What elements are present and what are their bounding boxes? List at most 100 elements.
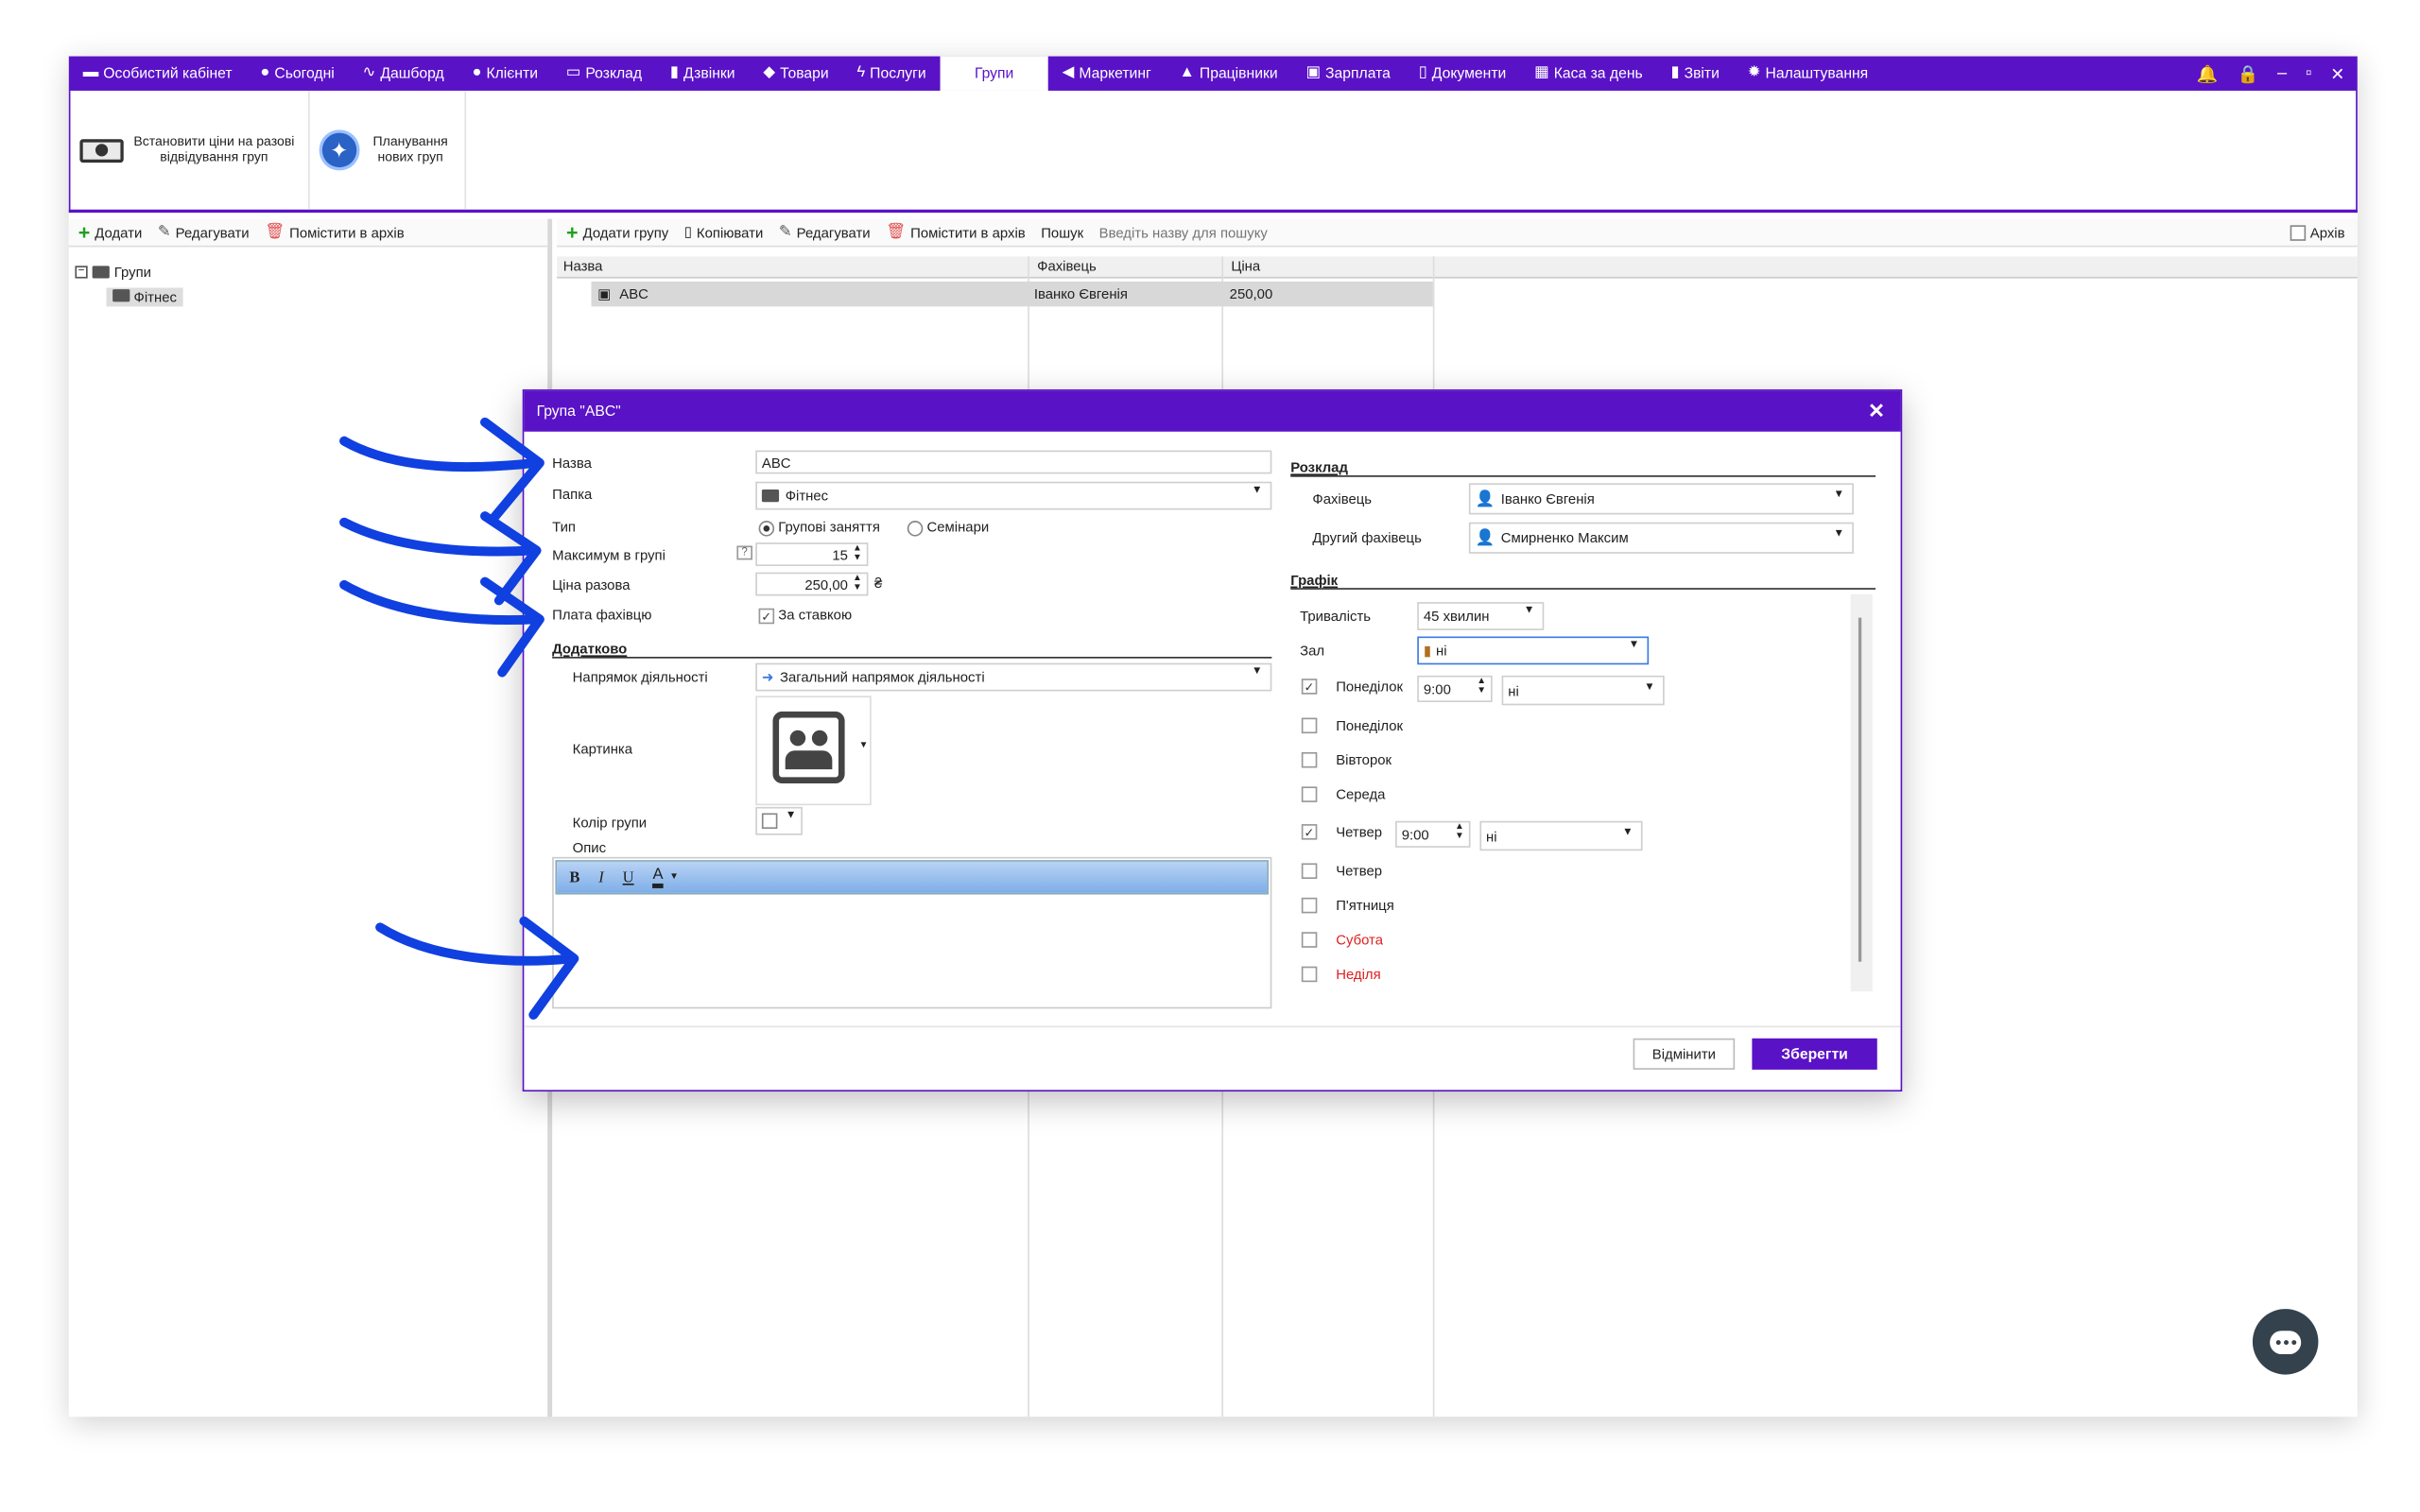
checkbox-unchecked[interactable] bbox=[1301, 863, 1318, 879]
day-hall-select[interactable]: ні ▼ bbox=[1501, 675, 1665, 706]
currency-sign: ₴ bbox=[874, 575, 883, 592]
bell-icon[interactable]: 🔔 bbox=[2197, 63, 2219, 84]
copy-icon: ▯ bbox=[683, 223, 692, 240]
time-stepper[interactable]: 9:00 ▲ ▼ bbox=[1417, 675, 1493, 703]
column-header-specialist[interactable]: Фахівець bbox=[1037, 258, 1097, 274]
nav-item-0[interactable]: ▬ Особистий кабінет bbox=[69, 57, 247, 91]
close-window-icon[interactable]: ✕ bbox=[2330, 63, 2344, 84]
nav-item-9[interactable]: ◀ Маркетинг bbox=[1048, 57, 1166, 91]
checkbox-checked[interactable]: ✓ bbox=[1301, 679, 1318, 695]
time-stepper[interactable]: 9:00 ▲ ▼ bbox=[1395, 820, 1471, 848]
dialog-title-bar: Група "ABC" ✕ bbox=[524, 390, 1901, 432]
checkbox-unchecked[interactable] bbox=[1301, 897, 1318, 914]
table-row[interactable]: ▣ ABC Іванко Євгенія 250,00 bbox=[591, 281, 1433, 307]
direction-select[interactable]: ➜ Загальний напрямок діяльності ▼ bbox=[755, 662, 1272, 692]
color-picker[interactable]: ▼ bbox=[755, 806, 803, 835]
add-button[interactable]: + Додати bbox=[78, 222, 143, 243]
nav-item-11[interactable]: ▣ Зарплата bbox=[1292, 57, 1405, 91]
underline-button[interactable]: U bbox=[623, 868, 634, 885]
archive-check-box[interactable] bbox=[2290, 224, 2306, 241]
italic-button[interactable]: I bbox=[598, 868, 604, 885]
nav-item-5[interactable]: ▮ Дзвінки bbox=[656, 57, 749, 91]
chevron-down-icon[interactable]: ▼ bbox=[669, 872, 679, 882]
spinner-icon[interactable]: ▲ ▼ bbox=[1477, 678, 1486, 696]
chevron-down-icon: ▼ bbox=[1251, 484, 1263, 496]
close-icon[interactable]: ✕ bbox=[1868, 399, 1885, 423]
spinner-icon[interactable]: ▲ ▼ bbox=[853, 544, 862, 563]
add-group-button[interactable]: + Додати групу bbox=[566, 222, 668, 243]
nav-item-2[interactable]: ∿ Дашборд bbox=[349, 57, 458, 91]
folder-select[interactable]: Фітнес ▼ bbox=[755, 481, 1272, 510]
weekday-label: Субота bbox=[1336, 932, 1383, 948]
checkbox-checked[interactable]: ✓ bbox=[1301, 824, 1318, 840]
price-stepper[interactable]: 250,00 ▲ ▼ bbox=[755, 572, 869, 596]
scrollbar[interactable] bbox=[1850, 593, 1873, 992]
spinner-icon[interactable]: ▲ ▼ bbox=[853, 574, 862, 593]
spinner-icon[interactable]: ▲ ▼ bbox=[1455, 822, 1464, 841]
door-icon: ▮ bbox=[1423, 642, 1432, 658]
second-specialist-select[interactable]: 👤 Смирненко Максим ▼ bbox=[1468, 522, 1854, 554]
archive-button[interactable]: 🗑 Помістити в архів bbox=[265, 224, 405, 241]
plus-icon: + bbox=[566, 220, 579, 245]
checkbox-unchecked[interactable] bbox=[1301, 717, 1318, 734]
restore-icon[interactable]: ▫ bbox=[2306, 64, 2311, 83]
nav-item-4[interactable]: ▭ Розклад bbox=[552, 57, 656, 91]
help-icon[interactable]: ? bbox=[736, 545, 752, 560]
chevron-down-icon: ▼ bbox=[1833, 489, 1845, 501]
nav-item-6[interactable]: ◆ Товари bbox=[749, 57, 842, 91]
nav-item-10[interactable]: ▲ Працівники bbox=[1166, 57, 1292, 91]
nav-item-14[interactable]: ▮ Звіти bbox=[1657, 57, 1734, 91]
nav-item-12[interactable]: ▯ Документи bbox=[1405, 57, 1520, 91]
chevron-down-icon: ▼ bbox=[1644, 681, 1655, 694]
chat-button[interactable] bbox=[2252, 1309, 2319, 1375]
cancel-button[interactable]: Відмінити bbox=[1633, 1038, 1736, 1070]
checkbox-unchecked[interactable] bbox=[1301, 966, 1318, 983]
radio-unselected[interactable] bbox=[907, 520, 924, 536]
person-icon: ▲ bbox=[1179, 63, 1195, 82]
type-seminar-radio[interactable]: Семінари bbox=[907, 519, 989, 536]
plan-groups-button[interactable]: ✦ Планування нових груп bbox=[310, 90, 467, 210]
specialist-select[interactable]: 👤 Іванко Євгенія ▼ bbox=[1468, 483, 1854, 515]
duration-select[interactable]: 45 хвилин ▼ bbox=[1417, 602, 1545, 630]
edit-group-button[interactable]: ✎ Редагувати bbox=[779, 224, 871, 241]
archive-group-button[interactable]: 🗑 Помістити в архів bbox=[886, 224, 1026, 241]
text-color-button[interactable]: A bbox=[652, 867, 664, 888]
checkbox-unchecked[interactable] bbox=[1301, 786, 1318, 802]
nav-item-7[interactable]: ϟ Послуги bbox=[843, 57, 941, 91]
hall-select[interactable]: ▮ ні ▼ bbox=[1417, 636, 1650, 665]
search-input[interactable] bbox=[1098, 221, 2226, 244]
scrollbar-thumb[interactable] bbox=[1858, 617, 1862, 962]
nav-item-1[interactable]: ● Сьогодні bbox=[246, 57, 348, 91]
copy-button[interactable]: ▯ Копіювати bbox=[684, 224, 764, 241]
tree-item-fitness[interactable]: Фітнес bbox=[75, 284, 183, 309]
picture-picker[interactable]: ▼ bbox=[755, 696, 872, 806]
lock-icon[interactable]: 🔒 bbox=[2237, 63, 2258, 84]
save-button[interactable]: Зберегти bbox=[1752, 1038, 1877, 1070]
lightning-icon: ϟ bbox=[856, 63, 866, 82]
collapse-icon[interactable]: − bbox=[75, 266, 88, 279]
bold-button[interactable]: B bbox=[569, 868, 579, 885]
nav-item-13[interactable]: ▦ Каса за день bbox=[1520, 57, 1656, 91]
nav-item-label: Каса за день bbox=[1553, 64, 1643, 82]
column-header-name[interactable]: Назва bbox=[563, 258, 603, 274]
column-header-price[interactable]: Ціна bbox=[1231, 258, 1260, 274]
day-hall-select[interactable]: ні ▼ bbox=[1479, 820, 1643, 851]
nav-item-3[interactable]: ● Клієнти bbox=[458, 57, 552, 91]
checkbox-unchecked[interactable] bbox=[1301, 751, 1318, 768]
checkbox-checked[interactable]: ✓ bbox=[758, 608, 775, 624]
name-field[interactable]: ABC bbox=[755, 450, 1272, 474]
edit-button[interactable]: ✎ Редагувати bbox=[158, 224, 250, 241]
payment-checkbox[interactable]: ✓ За ставкою bbox=[758, 607, 852, 624]
tree-root[interactable]: − Групи bbox=[75, 260, 182, 284]
radio-selected[interactable] bbox=[758, 520, 775, 536]
checkbox-unchecked[interactable] bbox=[1301, 932, 1318, 948]
nav-item-8[interactable]: Групи bbox=[940, 56, 1048, 91]
set-prices-button[interactable]: Встановити ціни на разові відвідування г… bbox=[70, 90, 310, 210]
type-group-radio[interactable]: Групові заняття bbox=[758, 519, 880, 536]
archive-checkbox[interactable]: Архів bbox=[2290, 224, 2357, 241]
nav-item-15[interactable]: ✹ Налаштування bbox=[1734, 57, 1882, 91]
weekday-label: Четвер bbox=[1336, 863, 1383, 879]
minimize-icon[interactable]: – bbox=[2277, 64, 2287, 83]
chevron-down-icon[interactable]: ▼ bbox=[859, 741, 869, 750]
max-stepper[interactable]: 15 ▲ ▼ bbox=[755, 542, 869, 567]
